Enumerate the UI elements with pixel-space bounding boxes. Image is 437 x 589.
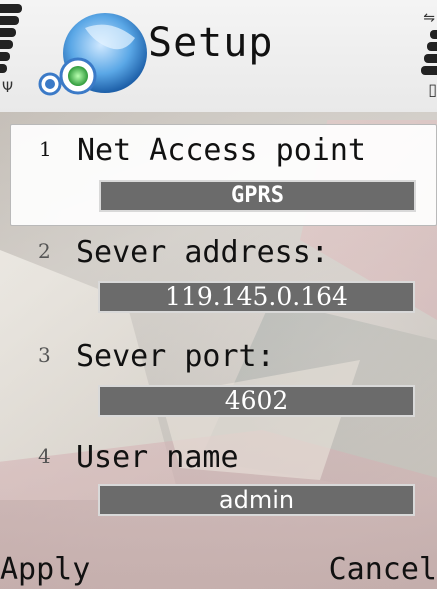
item-number: 4 xyxy=(38,444,51,468)
item-label: Sever address: xyxy=(76,235,329,270)
setup-item-server-address[interactable]: 2 Sever address: 119.145.0.164 xyxy=(10,227,435,327)
network-globe-icon xyxy=(38,13,147,96)
setup-item-user-name[interactable]: 4 User name admin xyxy=(10,432,435,532)
server-address-value[interactable]: 119.145.0.164 xyxy=(98,281,415,313)
battery-icon: ▯ xyxy=(428,80,437,99)
item-number: 2 xyxy=(38,239,51,263)
page-title: Setup xyxy=(148,20,274,66)
setup-item-server-port[interactable]: 3 Sever port: 4602 xyxy=(10,331,435,431)
server-port-value[interactable]: 4602 xyxy=(98,385,415,417)
header-bar: Ψ ⇋ ▯ Setup xyxy=(0,0,437,112)
user-name-value[interactable]: admin xyxy=(98,484,415,516)
item-label: Sever port: xyxy=(76,339,275,374)
item-label: User name xyxy=(76,440,239,475)
cancel-softkey[interactable]: Cancel xyxy=(329,552,437,587)
item-number: 3 xyxy=(38,343,51,367)
apply-softkey[interactable]: Apply xyxy=(0,552,90,587)
antenna-icon: Ψ xyxy=(2,80,14,96)
item-number: 1 xyxy=(39,137,52,161)
item-label: Net Access point xyxy=(77,133,366,168)
softkey-bar: Apply Cancel xyxy=(0,552,437,589)
setup-item-access-point[interactable]: 1 Net Access point GPRS xyxy=(10,124,437,226)
access-point-value[interactable]: GPRS xyxy=(99,180,416,212)
network-transfer-icon: ⇋ xyxy=(423,10,435,26)
